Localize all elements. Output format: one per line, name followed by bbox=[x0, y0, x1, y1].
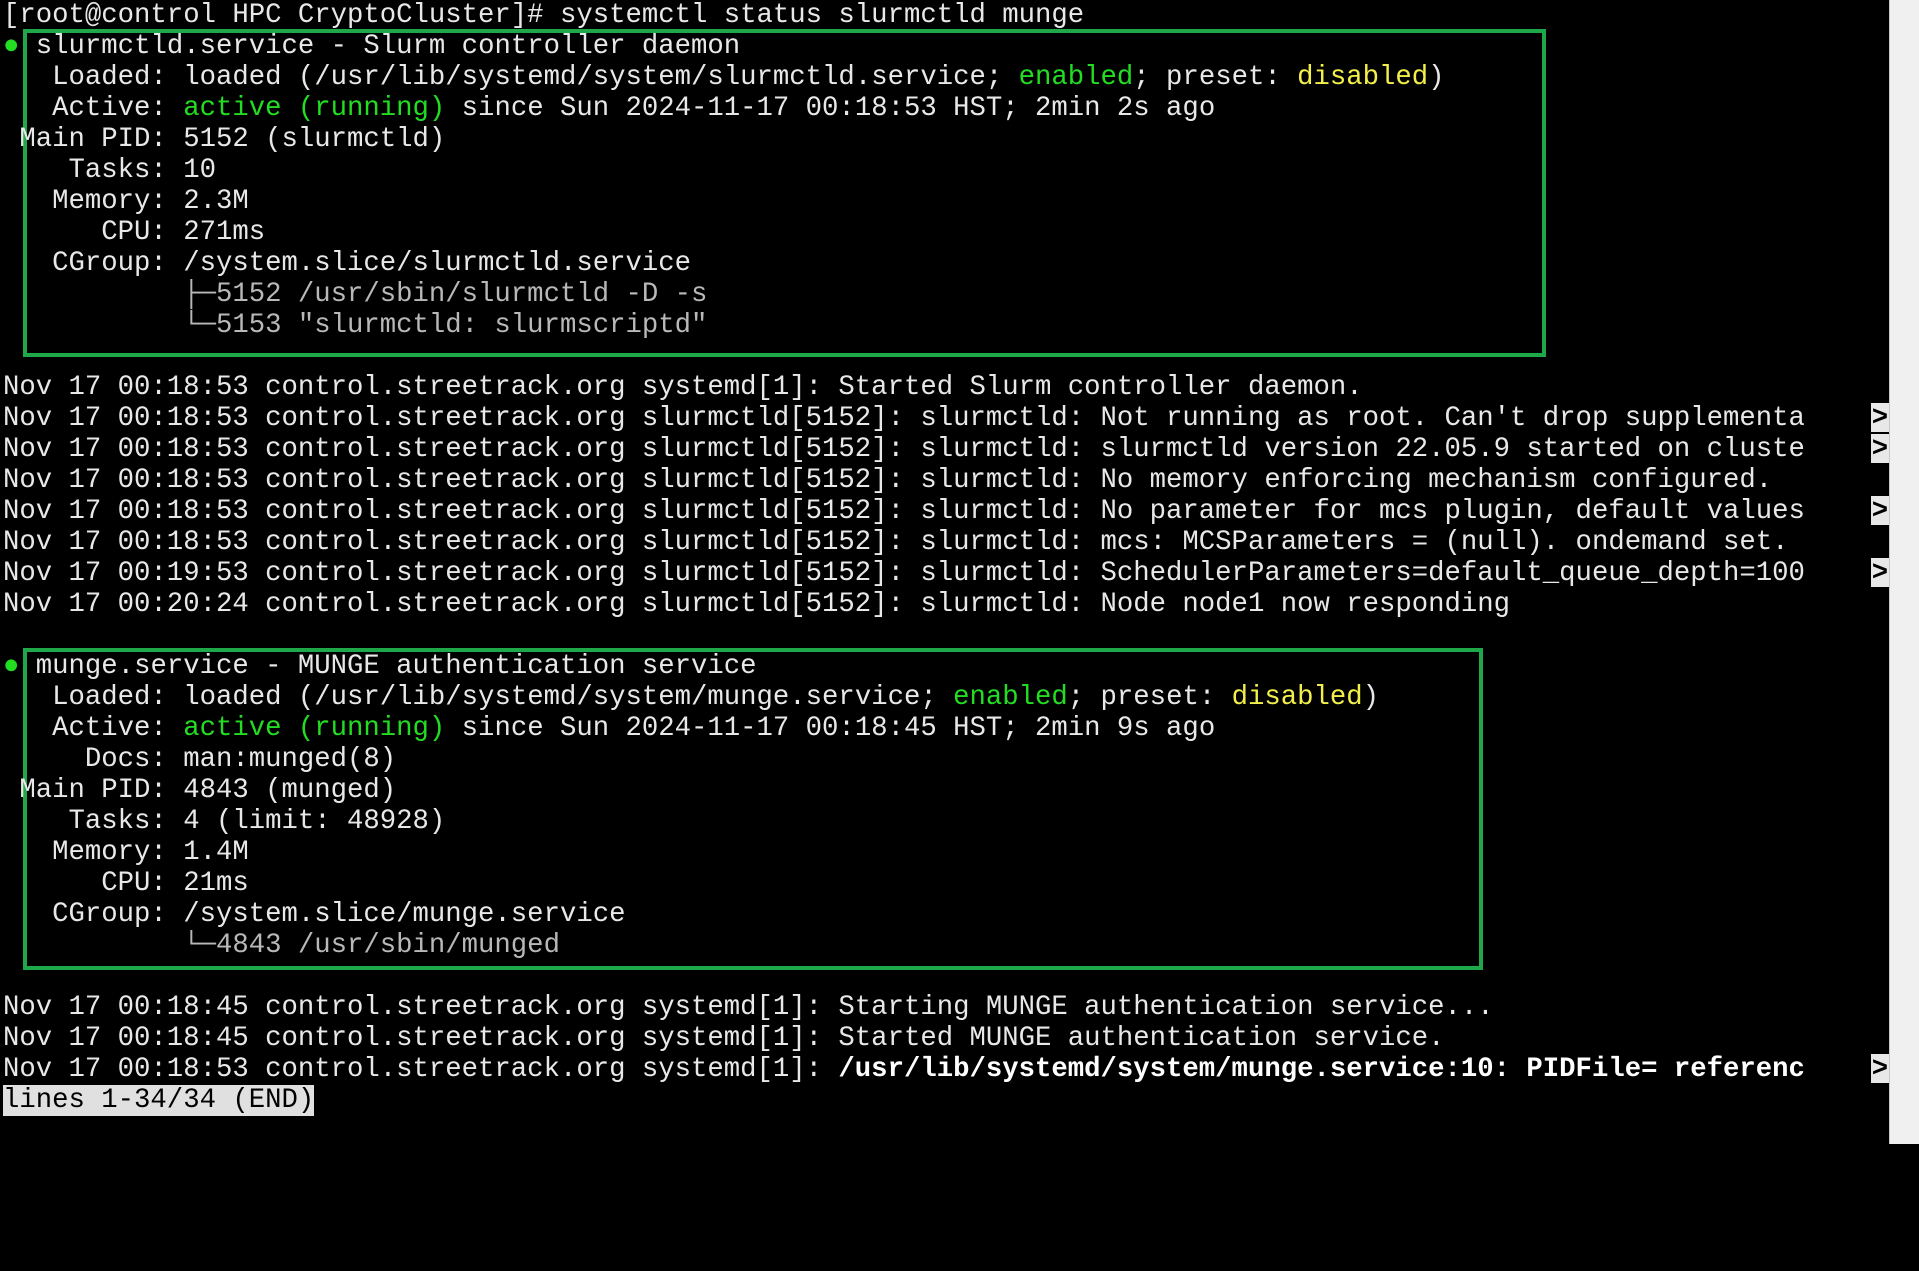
active-dot-icon: ● bbox=[3, 651, 20, 682]
munge-cgroup-tree-1: └─4843 /usr/sbin/munged bbox=[3, 930, 560, 961]
slurmctld-cgroup-tree-2: └─5153 "slurmctld: slurmscriptd" bbox=[3, 310, 708, 341]
munge-log-line: Nov 17 00:18:45 control.streetrack.org s… bbox=[3, 1023, 1445, 1054]
slurmctld-cgroup-tree-1: ├─5152 /usr/sbin/slurmctld -D -s bbox=[3, 279, 708, 310]
munge-mainpid: Main PID: 4843 (munged) bbox=[3, 775, 397, 806]
command-prompt: [root@control HPC CryptoCluster]# system… bbox=[3, 0, 1085, 31]
munge-loaded-line: Loaded: loaded (/usr/lib/systemd/system/… bbox=[3, 682, 1380, 713]
vertical-scrollbar[interactable] bbox=[1889, 0, 1919, 1144]
munge-cgroup: CGroup: /system.slice/munge.service bbox=[3, 899, 626, 930]
slurmctld-log-line: Nov 17 00:18:53 control.streetrack.org s… bbox=[3, 527, 1789, 558]
terminal-window[interactable]: [root@control HPC CryptoCluster]# system… bbox=[0, 0, 1889, 1144]
slurmctld-log-line: Nov 17 00:18:53 control.streetrack.org s… bbox=[3, 403, 1889, 434]
slurmctld-log-line: Nov 17 00:18:53 control.streetrack.org s… bbox=[3, 372, 1363, 403]
slurmctld-log-line: Nov 17 00:18:53 control.streetrack.org s… bbox=[3, 496, 1889, 527]
warning-text: /usr/lib/systemd/system/munge.service:10… bbox=[838, 1054, 1805, 1085]
disabled-label: disabled bbox=[1297, 62, 1429, 93]
slurmctld-title: slurmctld.service - Slurm controller dae… bbox=[35, 31, 741, 62]
truncated-marker: > bbox=[1871, 1054, 1889, 1085]
disabled-label: disabled bbox=[1231, 682, 1363, 713]
active-state: active (running) bbox=[183, 713, 446, 744]
munge-docs: Docs: man:munged(8) bbox=[3, 744, 397, 775]
active-state: active (running) bbox=[183, 93, 446, 124]
pager-status-line: lines 1-34/34 (END) bbox=[3, 1085, 315, 1116]
munge-log-line-warning: Nov 17 00:18:53 control.streetrack.org s… bbox=[3, 1054, 1889, 1085]
slurmctld-status-line: ● slurmctld.service - Slurm controller d… bbox=[3, 31, 740, 62]
truncated-marker: > bbox=[1871, 434, 1889, 465]
truncated-marker: > bbox=[1871, 496, 1889, 527]
munge-active-line: Active: active (running) since Sun 2024-… bbox=[3, 713, 1216, 744]
truncated-marker: > bbox=[1871, 403, 1889, 434]
active-dot-icon: ● bbox=[3, 31, 20, 62]
munge-cpu: CPU: 21ms bbox=[3, 868, 249, 899]
munge-tasks: Tasks: 4 (limit: 48928) bbox=[3, 806, 446, 837]
slurmctld-log-line: Nov 17 00:19:53 control.streetrack.org s… bbox=[3, 558, 1889, 589]
slurmctld-log-line: Nov 17 00:20:24 control.streetrack.org s… bbox=[3, 589, 1511, 620]
munge-memory: Memory: 1.4M bbox=[3, 837, 249, 868]
slurmctld-log-line: Nov 17 00:18:53 control.streetrack.org s… bbox=[3, 465, 1773, 496]
munge-status-line: ● munge.service - MUNGE authentication s… bbox=[3, 651, 757, 682]
truncated-marker: > bbox=[1871, 558, 1889, 589]
slurmctld-tasks: Tasks: 10 bbox=[3, 155, 216, 186]
slurmctld-active-line: Active: active (running) since Sun 2024-… bbox=[3, 93, 1216, 124]
munge-title: munge.service - MUNGE authentication ser… bbox=[35, 651, 757, 682]
slurmctld-memory: Memory: 2.3M bbox=[3, 186, 249, 217]
slurmctld-mainpid: Main PID: 5152 (slurmctld) bbox=[3, 124, 446, 155]
munge-log-line: Nov 17 00:18:45 control.streetrack.org s… bbox=[3, 992, 1494, 1023]
pager-status: lines 1-34/34 (END) bbox=[3, 1085, 315, 1116]
enabled-label: enabled bbox=[1018, 62, 1134, 93]
slurmctld-cpu: CPU: 271ms bbox=[3, 217, 266, 248]
slurmctld-loaded-line: Loaded: loaded (/usr/lib/systemd/system/… bbox=[3, 62, 1445, 93]
slurmctld-cgroup: CGroup: /system.slice/slurmctld.service bbox=[3, 248, 691, 279]
slurmctld-log-line: Nov 17 00:18:53 control.streetrack.org s… bbox=[3, 434, 1889, 465]
enabled-label: enabled bbox=[953, 682, 1068, 713]
